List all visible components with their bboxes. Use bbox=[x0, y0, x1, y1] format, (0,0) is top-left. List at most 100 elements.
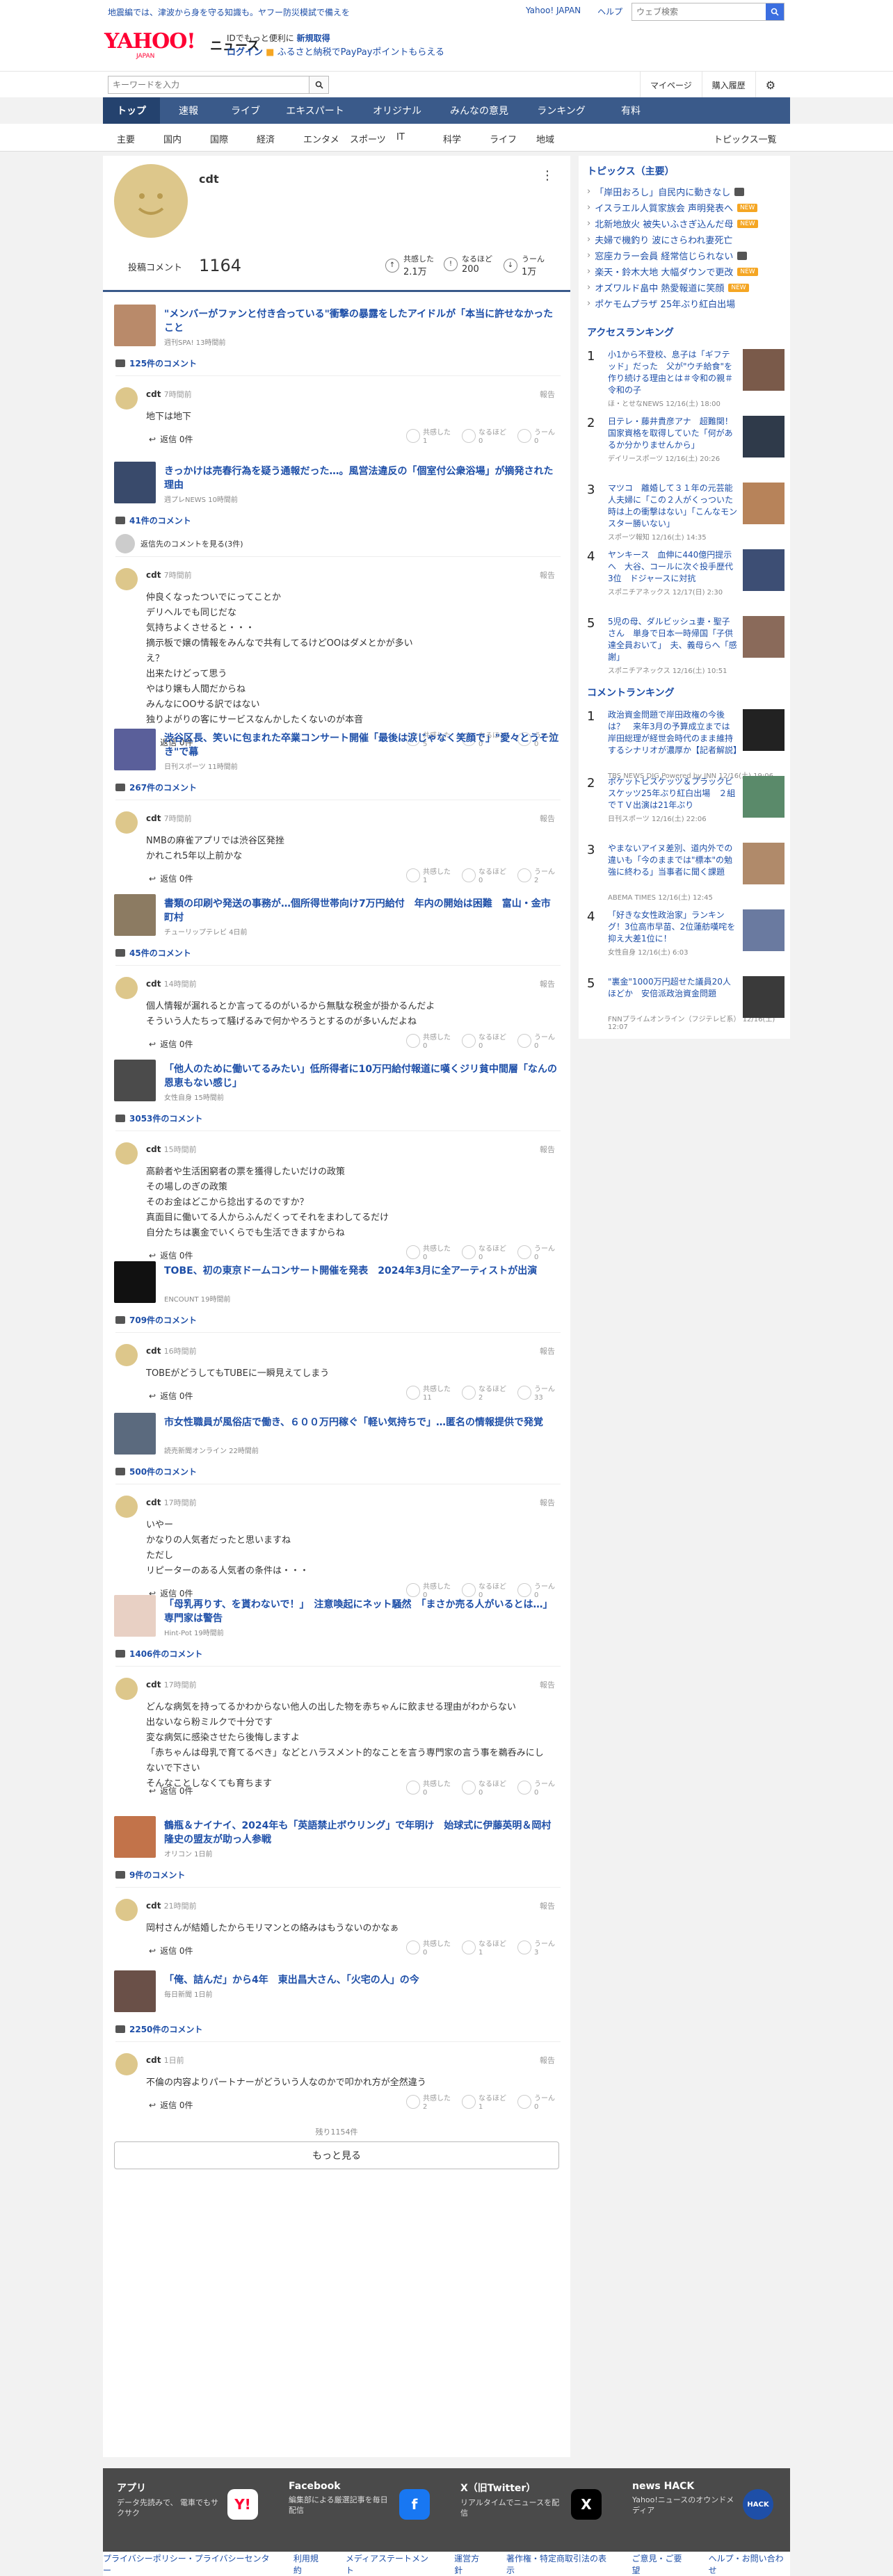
reaction-button-0[interactable]: 共感した 0 bbox=[406, 1781, 451, 1797]
app-promo-item[interactable]: X（旧Twitter） リアルタイムでニュースを配信 X bbox=[447, 2468, 618, 2552]
reply-button[interactable]: ↩ 返信 0件 bbox=[149, 433, 193, 445]
report-link[interactable]: 報告 bbox=[540, 1679, 555, 1690]
reaction-button-2[interactable]: うーん 0 bbox=[517, 1781, 555, 1797]
app-promo-item[interactable]: news HACK Yahoo!ニュースのオウンドメディア HACK bbox=[618, 2468, 790, 2552]
category-science[interactable]: 科学 bbox=[443, 132, 490, 145]
article-link[interactable]: 渋谷区長、笑いに包まれた卒業コンサート開催「最後は涙じゃなく笑顔で」"愛々とうそ… bbox=[114, 729, 559, 771]
footer-link[interactable]: メディアステートメント bbox=[346, 2552, 435, 2576]
more-menu-icon[interactable]: ⋮ bbox=[541, 168, 554, 183]
reaction-button-0[interactable]: 共感した 0 bbox=[406, 1941, 451, 1957]
reaction-button-1[interactable]: なるほど 2 bbox=[462, 1386, 506, 1402]
topic-item[interactable]: › 「岸田おろし」自民内に動きなし bbox=[579, 184, 790, 200]
reaction-button-2[interactable]: うーん 0 bbox=[517, 2095, 555, 2112]
article-title[interactable]: 渋谷区長、笑いに包まれた卒業コンサート開催「最後は涙じゃなく笑顔で」"愛々とうそ… bbox=[164, 731, 559, 759]
category-entertainment[interactable]: エンタメ bbox=[303, 132, 350, 145]
tab-top[interactable]: トップ bbox=[103, 97, 160, 124]
keyword-search-button[interactable] bbox=[309, 76, 328, 93]
footer-link[interactable]: 運営方針 bbox=[454, 2552, 487, 2576]
signup-link[interactable]: 新規取得 bbox=[297, 33, 330, 43]
article-title[interactable]: "メンバーがファンと付き合っている"衝撃の暴露をしたアイドルが「本当に許せなかっ… bbox=[164, 307, 559, 335]
report-link[interactable]: 報告 bbox=[540, 389, 555, 400]
previous-replies-link[interactable]: 返信先のコメントを見る(3件) bbox=[115, 534, 243, 553]
reaction-button-2[interactable]: うーん 2 bbox=[517, 868, 555, 885]
footer-link[interactable]: 利用規約 bbox=[293, 2552, 326, 2576]
report-link[interactable]: 報告 bbox=[540, 1497, 555, 1508]
keyword-input[interactable] bbox=[108, 76, 309, 93]
reply-button[interactable]: ↩ 返信 0件 bbox=[149, 1038, 193, 1050]
comment-author[interactable]: cdt 16時間前 bbox=[146, 1345, 197, 1356]
report-link[interactable]: 報告 bbox=[540, 1345, 555, 1356]
comment-author[interactable]: cdt 17時間前 bbox=[146, 1679, 197, 1690]
article-link[interactable]: 市女性職員が風俗店で働き、６００万円稼ぐ「軽い気持ちで」…匿名の情報提供で発覚 … bbox=[114, 1413, 559, 1455]
footer-link[interactable]: プライバシーポリシー・プライバシーセンター bbox=[103, 2552, 274, 2576]
topic-item[interactable]: › 窓座カラー会員 経常信じられない bbox=[579, 248, 790, 264]
tab-live[interactable]: ライブ bbox=[217, 97, 274, 124]
ranking-item[interactable]: 1 小1から不登校、息子は「ギフテッド」だった 父が"ウチ給食"を作り続ける理由… bbox=[579, 345, 790, 412]
comment-author[interactable]: cdt 7時間前 bbox=[146, 389, 192, 400]
reply-button[interactable]: ↩ 返信 0件 bbox=[149, 873, 193, 884]
comment-author[interactable]: cdt 14時間前 bbox=[146, 978, 197, 989]
reaction-button-1[interactable]: なるほど 0 bbox=[462, 1781, 506, 1797]
topic-item[interactable]: › 楽天・鈴木大地 大幅ダウンで更改 NEW bbox=[579, 264, 790, 280]
ranking-item[interactable]: 3 やまないアイヌ差別、道内外での違いも「今のままでは"標本"の勉強に終わる」当… bbox=[579, 839, 790, 905]
ranking-item[interactable]: 2 ボケットビスケッツ＆ブラックビスケッツ25年ぶり紅白出場 ２組でＴＶ出演は2… bbox=[579, 772, 790, 839]
article-link[interactable]: 「俺、詰んだ」から4年 東出昌大さん、「火宅の人」の今 毎日新聞 1日前 bbox=[114, 1970, 559, 2012]
reply-button[interactable]: ↩ 返信 0件 bbox=[149, 2099, 193, 2111]
article-link[interactable]: きっかけは売春行為を疑う通報だった…。風営法違反の「個室付公衆浴場」が摘発された… bbox=[114, 462, 559, 504]
ranking-item[interactable]: 1 政治資金問題で岸田政権の今後は？ 来年3月の予算成立までは岸田総理が経世会時… bbox=[579, 705, 790, 780]
footer-link[interactable]: ご意見・ご要望 bbox=[632, 2552, 689, 2576]
comment-count-link[interactable]: 267件のコメント bbox=[115, 781, 197, 793]
comment-count-link[interactable]: 41件のコメント bbox=[115, 515, 191, 526]
category-local[interactable]: 地域 bbox=[536, 132, 583, 145]
topic-item[interactable]: › 北新地放火 被失いふさぎ込んだ母 NEW bbox=[579, 216, 790, 232]
report-link[interactable]: 報告 bbox=[540, 813, 555, 824]
article-title[interactable]: 市女性職員が風俗店で働き、６００万円稼ぐ「軽い気持ちで」…匿名の情報提供で発覚 bbox=[164, 1416, 559, 1429]
comment-count-link[interactable]: 1406件のコメント bbox=[115, 1648, 202, 1660]
comment-author[interactable]: cdt 7時間前 bbox=[146, 569, 192, 581]
ranking-item[interactable]: 4 ヤンキース 血伸に440億円提示へ 大谷、コールに次ぐ投手歴代3位 ドジャー… bbox=[579, 545, 790, 612]
report-link[interactable]: 報告 bbox=[540, 569, 555, 581]
category-main[interactable]: 主要 bbox=[117, 132, 163, 145]
reaction-button-1[interactable]: なるほど 1 bbox=[462, 1941, 506, 1957]
furusato-link[interactable]: ふるさと納税でPayPayポイントもらえる bbox=[277, 47, 444, 58]
purchase-history-button[interactable]: 購入履歴 bbox=[701, 72, 755, 98]
article-link[interactable]: 「母乳再りす、を貰わないで！」 注意喚起にネット騒然 「まさか売る人がいるとは…… bbox=[114, 1595, 559, 1637]
reply-button[interactable]: ↩ 返信 0件 bbox=[149, 1945, 193, 1957]
comment-author[interactable]: cdt 15時間前 bbox=[146, 1144, 197, 1155]
app-promo-item[interactable]: Facebook 編集部による厳選記事を毎日配信 f bbox=[275, 2468, 447, 2552]
reply-button[interactable]: ↩ 返信 0件 bbox=[149, 1785, 193, 1797]
comment-author[interactable]: cdt 7時間前 bbox=[146, 813, 192, 824]
comment-count-link[interactable]: 500件のコメント bbox=[115, 1466, 197, 1477]
topic-item[interactable]: › イスラエル人質家族会 声明発表へ NEW bbox=[579, 200, 790, 216]
comment-count-link[interactable]: 45件のコメント bbox=[115, 947, 191, 959]
web-search-input[interactable] bbox=[632, 3, 766, 20]
comment-count-link[interactable]: 9件のコメント bbox=[115, 1869, 185, 1881]
comment-count-link[interactable]: 125件のコメント bbox=[115, 357, 197, 369]
reaction-button-2[interactable]: うーん 33 bbox=[517, 1386, 555, 1402]
login-link[interactable]: ログイン bbox=[227, 47, 263, 58]
category-economy[interactable]: 経済 bbox=[257, 132, 303, 145]
category-domestic[interactable]: 国内 bbox=[163, 132, 210, 145]
article-title[interactable]: 「俺、詰んだ」から4年 東出昌大さん、「火宅の人」の今 bbox=[164, 1973, 559, 1987]
reaction-button-0[interactable]: 共感した 11 bbox=[406, 1386, 451, 1402]
reaction-button-2[interactable]: うーん 0 bbox=[517, 429, 555, 446]
comment-author[interactable]: cdt 17時間前 bbox=[146, 1497, 197, 1508]
footer-link[interactable]: ヘルプ・お問い合わせ bbox=[709, 2552, 790, 2576]
reply-button[interactable]: ↩ 返信 0件 bbox=[149, 1390, 193, 1402]
more-button[interactable]: もっと見る bbox=[114, 2141, 559, 2169]
reaction-button-2[interactable]: うーん 3 bbox=[517, 1941, 555, 1957]
reaction-button-1[interactable]: なるほど 1 bbox=[462, 2095, 506, 2112]
footer-link[interactable]: 著作権・特定商取引法の表示 bbox=[506, 2552, 613, 2576]
reaction-button-0[interactable]: 共感した 2 bbox=[406, 2095, 451, 2112]
article-link[interactable]: "メンバーがファンと付き合っている"衝撃の暴露をしたアイドルが「本当に許せなかっ… bbox=[114, 305, 559, 347]
topics-list-link[interactable]: トピックス一覧 bbox=[714, 132, 777, 145]
reaction-button-0[interactable]: 共感した 1 bbox=[406, 429, 451, 446]
category-sports[interactable]: スポーツ bbox=[350, 132, 396, 145]
reaction-button-2[interactable]: うーん 0 bbox=[517, 1034, 555, 1051]
article-link[interactable]: 書類の印刷や発送の事務が…個所得世帯向け7万円給付 年内の開始は困難 富山・金市… bbox=[114, 894, 559, 937]
category-world[interactable]: 国際 bbox=[210, 132, 257, 145]
comment-count-link[interactable]: 2250件のコメント bbox=[115, 2023, 202, 2035]
report-link[interactable]: 報告 bbox=[540, 1144, 555, 1155]
topic-item[interactable]: › オズワルド畠中 熱愛報道に笑顔 NEW bbox=[579, 280, 790, 295]
settings-button[interactable]: ⚙ bbox=[755, 72, 785, 98]
